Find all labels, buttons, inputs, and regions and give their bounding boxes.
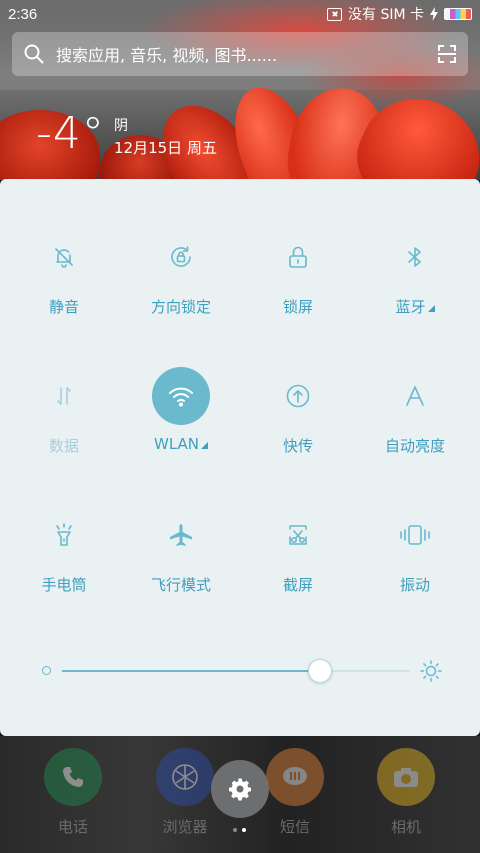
dropdown-caret-icon[interactable] <box>201 442 208 449</box>
no-sim-icon <box>327 7 342 21</box>
tile-label: 振动 <box>399 576 430 594</box>
quick-transfer-icon <box>269 367 327 425</box>
app-label: 电话 <box>57 818 88 836</box>
app-label: 相机 <box>390 818 421 836</box>
tile-vibrate[interactable]: 振动 <box>355 506 475 606</box>
tile-airplane-mode[interactable]: 飞行模式 <box>121 506 241 606</box>
auto-brightness-icon <box>386 367 444 425</box>
browser-icon <box>156 748 214 806</box>
tile-label: 快传 <box>282 437 313 455</box>
search-icon <box>24 44 44 64</box>
bluetooth-icon <box>386 228 444 286</box>
slider-fill <box>62 670 320 672</box>
tile-label: 飞行模式 <box>150 576 211 594</box>
camera-icon <box>377 748 435 806</box>
dropdown-caret-icon[interactable] <box>427 305 435 312</box>
message-icon <box>266 748 324 806</box>
settings-button[interactable] <box>211 760 269 818</box>
search-placeholder: 搜索应用, 音乐, 视频, 图书...... <box>56 46 278 65</box>
tile-mobile-data[interactable]: 数据 <box>4 367 124 467</box>
weather-temperature[interactable]: -4° <box>36 108 105 159</box>
tile-label: 自动亮度 <box>384 437 445 455</box>
brightness-low-icon <box>42 666 51 675</box>
tile-label: 锁屏 <box>282 298 313 316</box>
tile-label-text: 蓝牙 <box>395 298 426 316</box>
weather-date: 12月15日 周五 <box>114 139 217 157</box>
app-messages[interactable]: 短信 <box>265 748 325 837</box>
bell-off-icon <box>35 228 93 286</box>
tile-label: 蓝牙 <box>355 296 475 317</box>
scan-icon[interactable] <box>438 45 456 63</box>
slider-thumb[interactable] <box>308 659 332 683</box>
battery-icon <box>444 8 472 20</box>
airplane-icon <box>152 506 210 564</box>
tile-rotation-lock[interactable]: 方向锁定 <box>121 228 241 328</box>
tile-label: 静音 <box>48 298 79 316</box>
status-icons: 没有 SIM 卡 <box>327 4 472 24</box>
app-camera[interactable]: 相机 <box>376 748 436 837</box>
search-bar[interactable]: 搜索应用, 音乐, 视频, 图书...... <box>12 32 468 76</box>
rotation-lock-icon <box>152 228 210 286</box>
tile-label: 截屏 <box>282 576 313 594</box>
tile-wlan[interactable]: WLAN <box>121 367 241 467</box>
phone-icon <box>44 748 102 806</box>
charging-icon <box>430 7 438 21</box>
tile-label: 手电筒 <box>41 576 87 594</box>
mobile-data-icon <box>35 367 93 425</box>
app-label: 浏览器 <box>162 818 208 836</box>
tile-bluetooth[interactable]: 蓝牙 <box>355 228 475 328</box>
tile-screenshot[interactable]: 截屏 <box>238 506 358 606</box>
screenshot-icon <box>269 506 327 564</box>
wifi-icon <box>152 367 210 425</box>
brightness-high-icon <box>420 660 442 682</box>
flashlight-icon <box>35 506 93 564</box>
page-dot <box>233 828 237 832</box>
vibrate-icon <box>386 506 444 564</box>
page-indicator <box>233 828 246 832</box>
app-label: 短信 <box>279 818 310 836</box>
tile-auto-brightness[interactable]: 自动亮度 <box>355 367 475 467</box>
home-dock: 电话 浏览器 短信 相机 <box>0 736 480 853</box>
sim-status-text: 没有 SIM 卡 <box>348 7 424 23</box>
weather-condition: 阴 <box>114 118 128 134</box>
tile-mute[interactable]: 静音 <box>4 228 124 328</box>
tile-lock-screen[interactable]: 锁屏 <box>238 228 358 328</box>
tile-flashlight[interactable]: 手电筒 <box>4 506 124 606</box>
tile-label: 数据 <box>48 437 79 455</box>
gear-icon <box>229 778 251 801</box>
slider-track[interactable] <box>62 659 410 683</box>
status-bar: 2:36 没有 SIM 卡 <box>0 0 480 28</box>
tile-label: 方向锁定 <box>150 298 211 316</box>
quick-settings-panel: 静音 方向锁定 锁屏 蓝牙 数据 WLAN 快传 自动亮度 手电筒 飞行模式 截… <box>0 179 480 736</box>
lock-icon <box>269 228 327 286</box>
app-phone[interactable]: 电话 <box>43 748 103 837</box>
page-dot-active <box>242 828 246 832</box>
tile-quick-transfer[interactable]: 快传 <box>238 367 358 467</box>
tile-label: WLAN <box>121 435 241 453</box>
status-time: 2:36 <box>8 5 38 23</box>
tile-label-text: WLAN <box>153 435 199 453</box>
brightness-slider[interactable] <box>42 657 442 685</box>
app-browser[interactable]: 浏览器 <box>155 748 215 837</box>
